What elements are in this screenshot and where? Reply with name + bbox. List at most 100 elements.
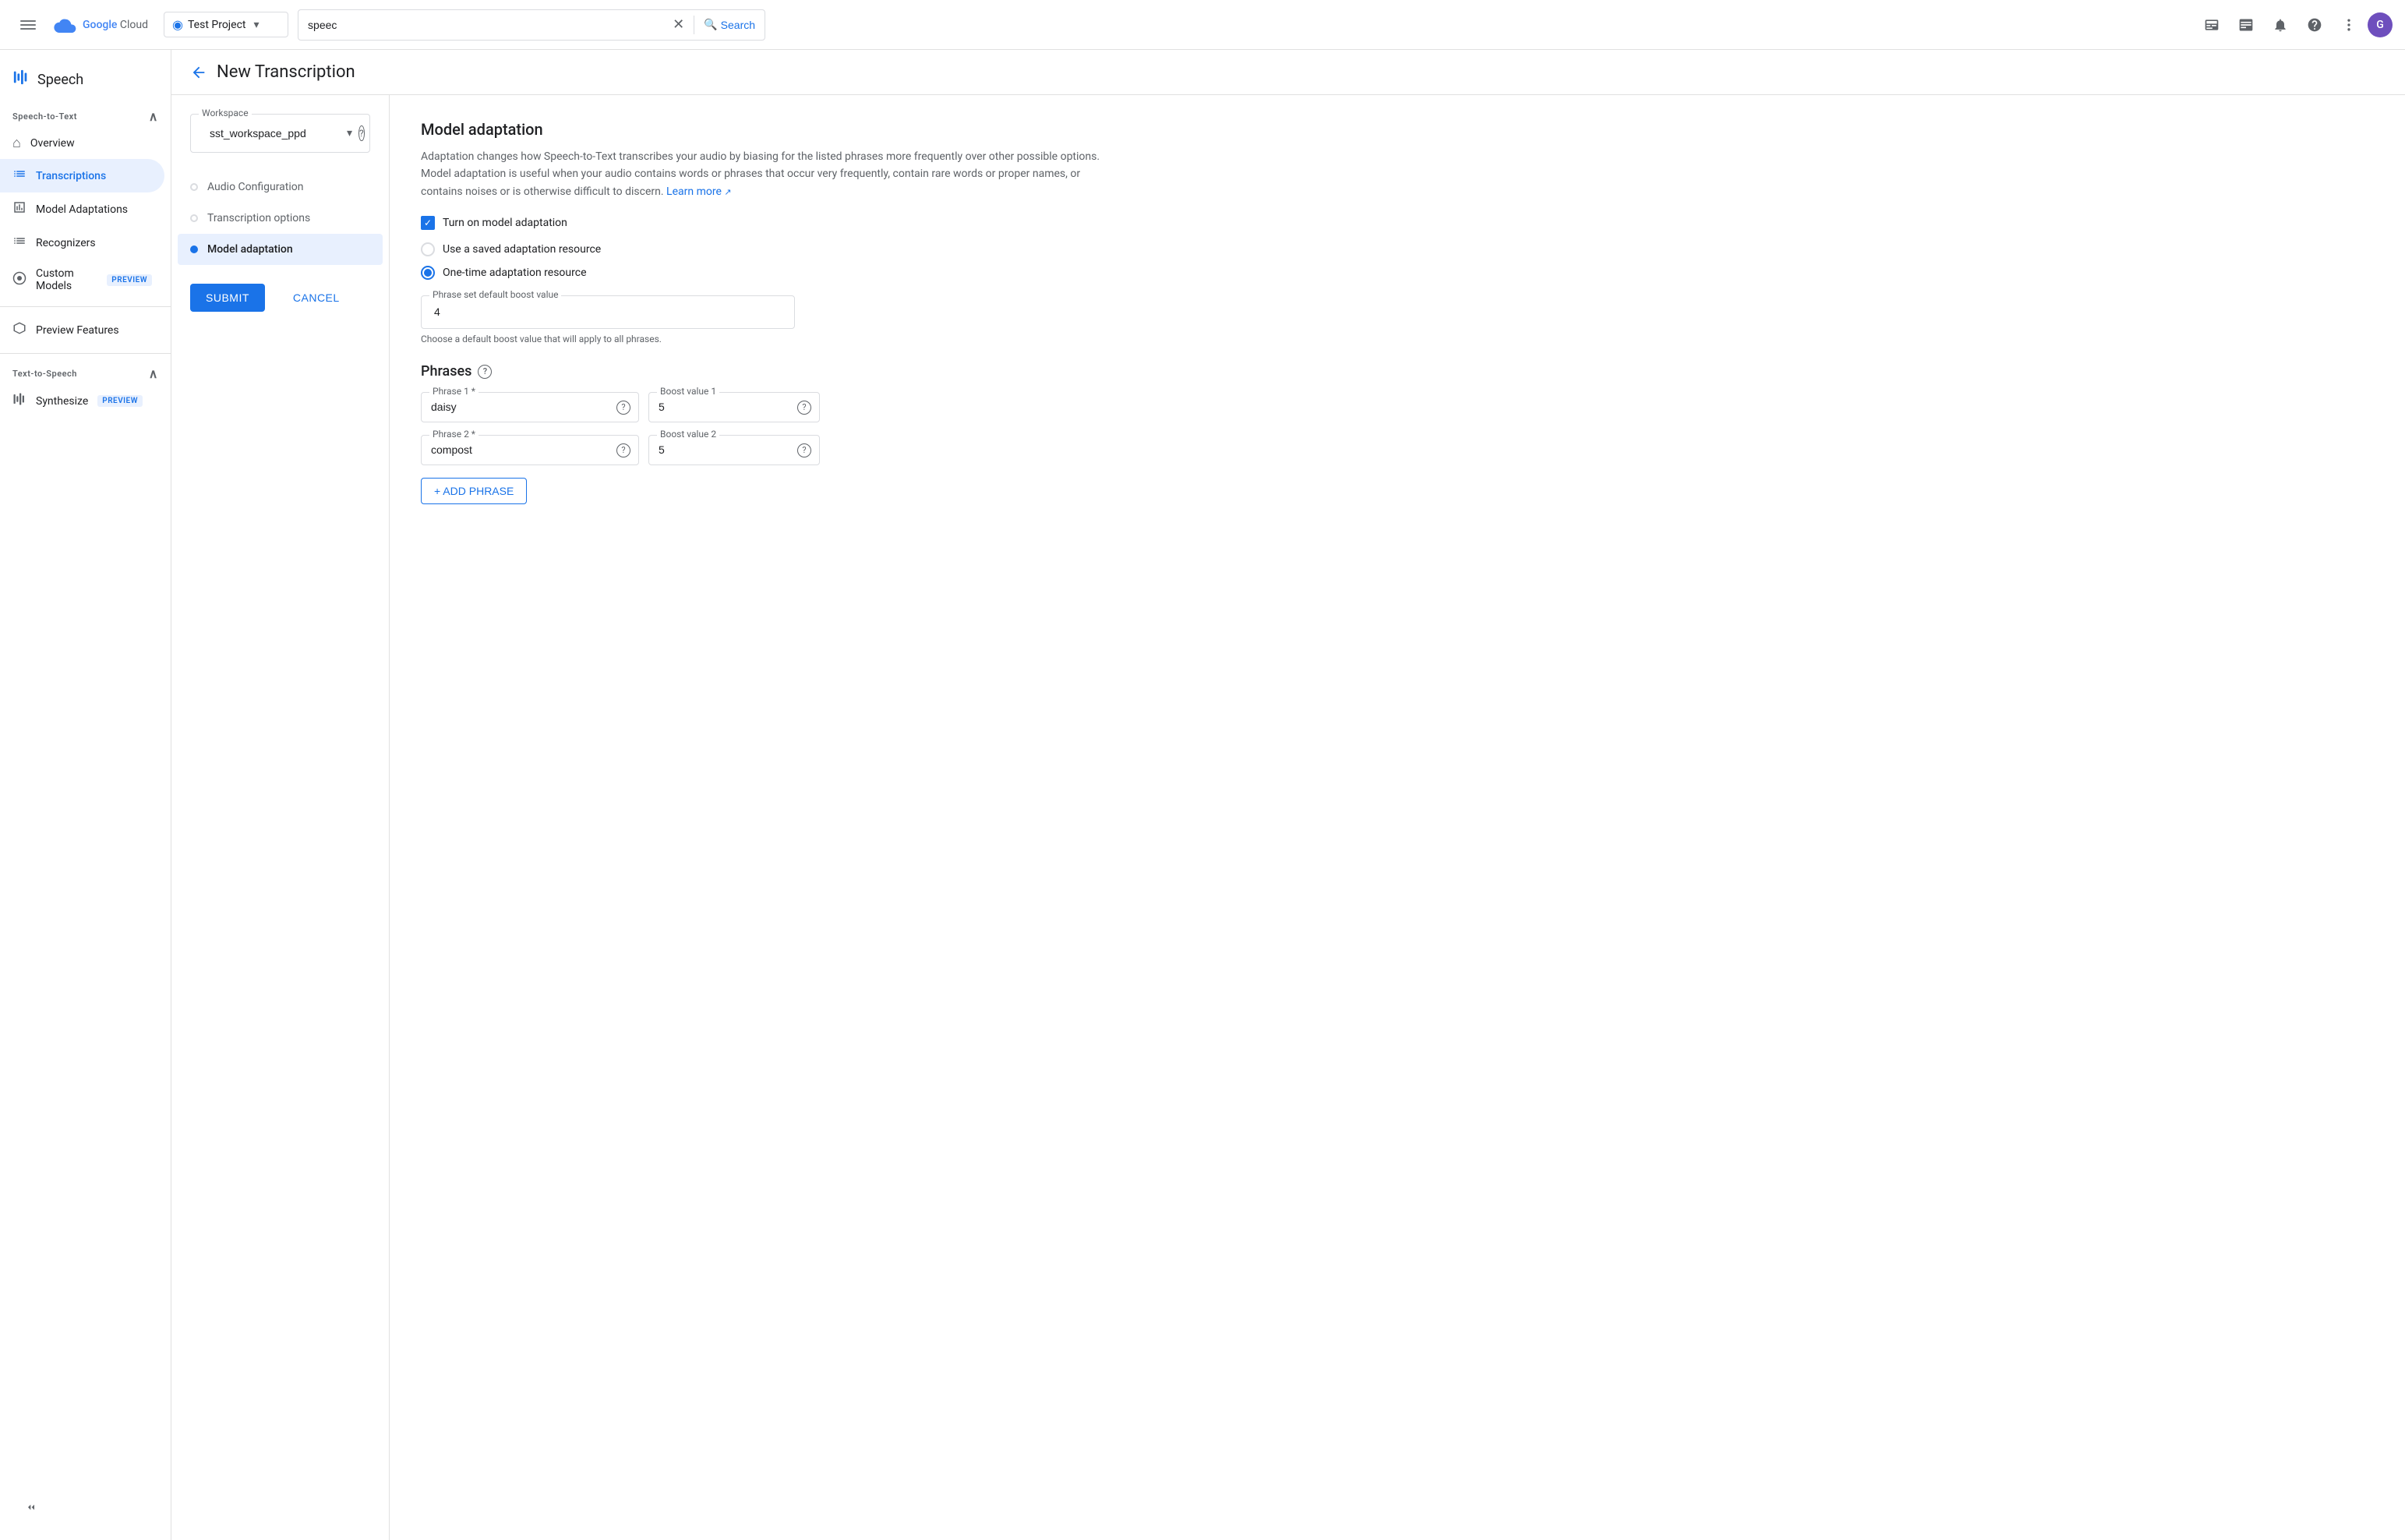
more-options-button[interactable] bbox=[2333, 9, 2364, 41]
cancel-button[interactable]: CANCEL bbox=[277, 284, 355, 312]
adaptation-panel: Model adaptation Adaptation changes how … bbox=[390, 95, 2405, 1540]
google-cloud-icon bbox=[53, 12, 78, 37]
phrases-help-icon[interactable]: ? bbox=[478, 365, 492, 379]
step-dot bbox=[190, 214, 198, 222]
submit-button[interactable]: SUBMIT bbox=[190, 284, 265, 312]
model-adaptations-icon bbox=[12, 200, 26, 218]
collapse-sidebar-button[interactable] bbox=[12, 1493, 158, 1521]
avatar[interactable]: G bbox=[2368, 12, 2393, 37]
boost-field-group: Phrase set default boost value Choose a … bbox=[421, 295, 2374, 344]
sidebar-item-preview-features[interactable]: Preview Features bbox=[0, 313, 164, 347]
speech-to-text-label: Speech-to-Text ∧ bbox=[0, 103, 171, 127]
custom-models-preview-badge: PREVIEW bbox=[107, 274, 152, 286]
section-description: Adaptation changes how Speech-to-Text tr… bbox=[421, 148, 1122, 200]
search-input[interactable] bbox=[308, 19, 666, 31]
phrase-2-input[interactable] bbox=[431, 443, 610, 456]
sidebar-item-label: Custom Models bbox=[36, 267, 97, 292]
back-button[interactable] bbox=[190, 64, 207, 81]
workspace-select-wrapper: Workspace sst_workspace_ppd ▾ ? bbox=[190, 114, 370, 153]
sidebar-item-label: Model Adaptations bbox=[36, 203, 128, 216]
boost-2-field: Boost value 2 ? bbox=[648, 435, 820, 465]
workspace-help-icon[interactable]: ? bbox=[358, 125, 365, 141]
step-label: Model adaptation bbox=[207, 243, 293, 256]
step-options[interactable]: Transcription options bbox=[190, 203, 370, 234]
radio-saved-row[interactable]: Use a saved adaptation resource bbox=[421, 242, 2374, 256]
sidebar-app-name: Speech bbox=[37, 72, 83, 88]
speech-app-icon bbox=[12, 69, 30, 90]
text-to-speech-label: Text-to-Speech ∧ bbox=[0, 360, 171, 384]
section-title: Model adaptation bbox=[421, 120, 2374, 139]
boost-hint: Choose a default boost value that will a… bbox=[421, 334, 2374, 344]
stepper-panel: Workspace sst_workspace_ppd ▾ ? Audio Co… bbox=[171, 95, 390, 1540]
boost-2-label: Boost value 2 bbox=[657, 429, 719, 440]
sidebar-item-transcriptions[interactable]: Transcriptions bbox=[0, 159, 164, 192]
phrase-1-help-icon[interactable]: ? bbox=[616, 401, 630, 415]
notifications-button[interactable] bbox=[2265, 9, 2296, 41]
sidebar-item-synthesize[interactable]: Synthesize PREVIEW bbox=[0, 384, 164, 418]
sidebar-item-label: Transcriptions bbox=[36, 170, 106, 182]
phrase-2-label: Phrase 2 * bbox=[429, 429, 479, 440]
sidebar-divider-2 bbox=[0, 353, 171, 354]
sidebar-item-label: Recognizers bbox=[36, 237, 96, 249]
external-link-icon: ↗ bbox=[724, 187, 731, 197]
boost-2-input[interactable] bbox=[659, 443, 791, 456]
tts-collapse-icon[interactable]: ∧ bbox=[149, 366, 158, 381]
help-button[interactable] bbox=[2299, 9, 2330, 41]
cloud-shell-button[interactable] bbox=[2196, 9, 2227, 41]
boost-field-label: Phrase set default boost value bbox=[429, 289, 561, 300]
sidebar-item-label: Synthesize bbox=[36, 395, 88, 408]
menu-button[interactable] bbox=[12, 9, 44, 41]
phrase-2-help-icon[interactable]: ? bbox=[616, 443, 630, 457]
phrases-title: Phrases bbox=[421, 363, 471, 380]
sidebar-item-model-adaptations[interactable]: Model Adaptations bbox=[0, 192, 164, 226]
sidebar-divider bbox=[0, 306, 171, 307]
project-name: Test Project bbox=[188, 19, 245, 31]
workspace-field: Workspace sst_workspace_ppd ▾ ? bbox=[190, 114, 370, 153]
app-layout: Speech Speech-to-Text ∧ ⌂ Overview Trans… bbox=[0, 50, 2405, 1540]
radio-onetime-row[interactable]: One-time adaptation resource bbox=[421, 266, 2374, 280]
boost-input[interactable] bbox=[434, 306, 782, 318]
preview-features-icon bbox=[12, 321, 26, 339]
clear-search-icon[interactable]: ✕ bbox=[673, 16, 684, 33]
transcriptions-icon bbox=[12, 167, 26, 185]
sidebar-item-recognizers[interactable]: Recognizers bbox=[0, 226, 164, 260]
step-label: Audio Configuration bbox=[207, 181, 303, 193]
boost-2-help-icon[interactable]: ? bbox=[797, 443, 811, 457]
turn-on-label: Turn on model adaptation bbox=[443, 217, 567, 229]
radio-onetime[interactable] bbox=[421, 266, 435, 280]
project-selector[interactable]: ◉ Test Project ▾ bbox=[164, 12, 288, 37]
boost-1-help-icon[interactable]: ? bbox=[797, 401, 811, 415]
add-phrase-button[interactable]: + ADD PHRASE bbox=[421, 478, 527, 504]
sidebar-item-custom-models[interactable]: Custom Models PREVIEW bbox=[0, 260, 164, 300]
sidebar-item-overview[interactable]: ⌂ Overview bbox=[0, 127, 164, 159]
section-collapse-icon[interactable]: ∧ bbox=[149, 109, 158, 124]
search-icon: 🔍 bbox=[704, 18, 717, 31]
terminal-button[interactable] bbox=[2230, 9, 2262, 41]
step-adaptation[interactable]: Model adaptation bbox=[178, 234, 383, 265]
header-actions: G bbox=[2196, 9, 2393, 41]
step-label: Transcription options bbox=[207, 212, 310, 224]
custom-models-icon bbox=[12, 271, 26, 289]
step-list: Audio Configuration Transcription option… bbox=[190, 171, 370, 265]
radio-onetime-label: One-time adaptation resource bbox=[443, 267, 587, 279]
workspace-select[interactable]: sst_workspace_ppd bbox=[200, 121, 341, 146]
step-audio[interactable]: Audio Configuration bbox=[190, 171, 370, 203]
phrase-row-1: Phrase 1 * ? Boost value 1 ? bbox=[421, 392, 2374, 422]
radio-saved[interactable] bbox=[421, 242, 435, 256]
radio-saved-label: Use a saved adaptation resource bbox=[443, 243, 601, 256]
logo-text: Google Cloud bbox=[83, 19, 148, 31]
content-area: Workspace sst_workspace_ppd ▾ ? Audio Co… bbox=[171, 95, 2405, 1540]
phrases-header: Phrases ? bbox=[421, 363, 2374, 380]
turn-on-checkbox[interactable] bbox=[421, 216, 435, 230]
learn-more-link[interactable]: Learn more ↗ bbox=[666, 185, 732, 198]
workspace-chevron-icon: ▾ bbox=[347, 127, 352, 140]
search-button[interactable]: 🔍 Search bbox=[704, 18, 755, 31]
sidebar: Speech Speech-to-Text ∧ ⌂ Overview Trans… bbox=[0, 50, 171, 1540]
boost-1-input[interactable] bbox=[659, 401, 791, 413]
step-dot-active bbox=[190, 245, 198, 253]
page-title: New Transcription bbox=[217, 62, 355, 82]
phrase-1-input[interactable] bbox=[431, 401, 610, 413]
sidebar-app-header: Speech bbox=[0, 62, 171, 103]
phrase-1-label: Phrase 1 * bbox=[429, 386, 479, 397]
phrase-2-field: Phrase 2 * ? bbox=[421, 435, 639, 465]
